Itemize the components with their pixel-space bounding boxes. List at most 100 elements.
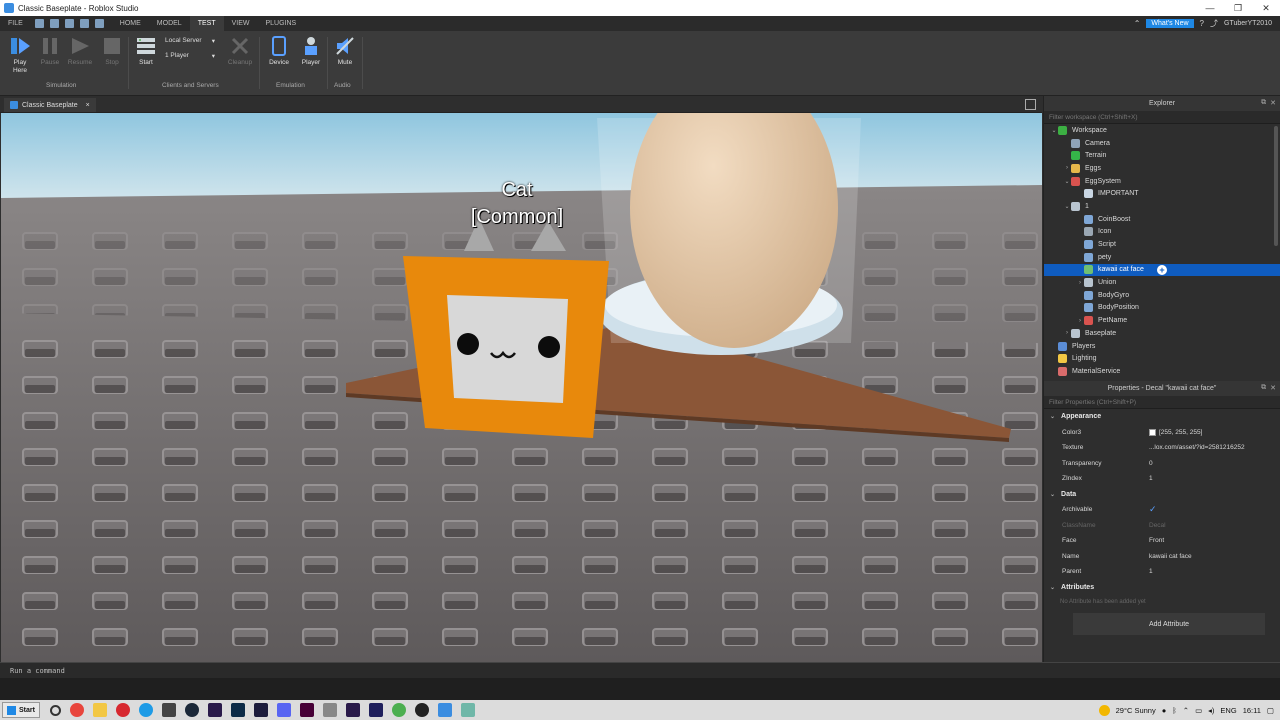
notifications-icon[interactable]: ▢ [1267, 706, 1274, 715]
clock[interactable]: 16:11 [1243, 706, 1261, 715]
roblox-studio-taskbar-icon[interactable] [437, 703, 452, 717]
tab-classic-baseplate[interactable]: Classic Baseplate × [4, 98, 96, 112]
calculator-icon[interactable] [161, 703, 176, 717]
explorer-node[interactable]: BodyPosition [1044, 302, 1280, 315]
prop-row-name[interactable]: Name kawaii cat face [1044, 549, 1280, 565]
prop-row-zindex[interactable]: ZIndex 1 [1044, 471, 1280, 487]
resume-button[interactable]: Resume [66, 35, 94, 67]
prop-row-face[interactable]: Face Front [1044, 533, 1280, 549]
explorer-node[interactable]: Script [1044, 238, 1280, 251]
obs-icon[interactable] [414, 703, 429, 717]
prop-row-color3[interactable]: Color3 [255, 255, 255] [1044, 425, 1280, 441]
explorer-node[interactable]: › Union [1044, 276, 1280, 289]
pause-button[interactable]: Pause [36, 35, 64, 67]
expand-arrow-icon[interactable]: ⌄ [1063, 178, 1071, 185]
save-icon[interactable] [64, 19, 74, 28]
prop-row-texture[interactable]: Texture ...lox.com/asset/?id=2581216252 [1044, 440, 1280, 456]
opera-icon[interactable] [115, 703, 130, 717]
close-icon[interactable]: ✕ [1270, 99, 1276, 107]
menu-view[interactable]: VIEW [224, 16, 258, 31]
explorer-node[interactable]: › Baseplate [1044, 327, 1280, 340]
prop-row-archivable[interactable]: Archivable ✓ [1044, 502, 1280, 518]
expand-arrow-icon[interactable]: ⌄ [1050, 127, 1058, 134]
tab-close-icon[interactable]: × [86, 102, 90, 109]
explorer-node[interactable]: ⌄ 1 [1044, 200, 1280, 213]
explorer-scrollbar[interactable] [1274, 126, 1278, 246]
volume-icon[interactable]: ◂) [1208, 706, 1214, 715]
play-here-button[interactable]: Play Here [6, 35, 34, 75]
explorer-node[interactable]: IMPORTANT [1044, 187, 1280, 200]
prop-row-transparency[interactable]: Transparency 0 [1044, 456, 1280, 472]
expand-arrow-icon[interactable]: › [1076, 318, 1084, 324]
steam-icon[interactable] [184, 703, 199, 717]
premiere-icon[interactable] [207, 703, 222, 717]
help-icon[interactable]: ? [1200, 19, 1204, 28]
menu-home[interactable]: HOME [112, 16, 149, 31]
prop-row-parent[interactable]: Parent 1 [1044, 564, 1280, 580]
prop-value[interactable]: kawaii cat face [1149, 553, 1280, 560]
mute-button[interactable]: Mute [331, 35, 359, 67]
prop-value[interactable]: 1 [1149, 475, 1280, 482]
explorer-node[interactable]: › Eggs [1044, 162, 1280, 175]
xd-icon[interactable] [299, 703, 314, 717]
start-button[interactable]: Start [132, 35, 160, 67]
menu-model[interactable]: MODEL [149, 16, 190, 31]
collapse-ribbon-icon[interactable]: ⌃ [1134, 19, 1141, 28]
explorer-node[interactable]: Icon [1044, 226, 1280, 239]
fullscreen-toggle-icon[interactable] [1025, 99, 1036, 110]
whats-new-button[interactable]: What's New [1146, 19, 1194, 28]
explorer-filter-input[interactable]: Filter workspace (Ctrl+Shift+X) [1044, 111, 1280, 124]
rush-icon[interactable] [253, 703, 268, 717]
3d-viewport[interactable]: Cat [Common] [1, 113, 1042, 662]
explorer-node[interactable]: ⌄ Workspace [1044, 124, 1280, 137]
file-explorer-icon[interactable] [92, 703, 107, 717]
start-button[interactable]: Start [2, 702, 40, 718]
explorer-node[interactable]: pety [1044, 251, 1280, 264]
command-bar-input[interactable]: Run a command [0, 662, 1280, 678]
section-data[interactable]: ⌄ Data [1044, 486, 1280, 502]
add-child-icon[interactable]: + [1157, 264, 1167, 275]
photoshop-icon[interactable] [230, 703, 245, 717]
expand-arrow-icon[interactable]: › [1076, 280, 1084, 286]
explorer-node[interactable]: Camera [1044, 137, 1280, 150]
undock-icon[interactable]: ⧉ [1261, 99, 1266, 107]
edge-icon[interactable] [138, 703, 153, 717]
discord-icon[interactable] [276, 703, 291, 717]
chrome-icon[interactable] [69, 703, 84, 717]
explorer-node[interactable]: CoinBoost [1044, 213, 1280, 226]
expand-arrow-icon[interactable]: ⌄ [1063, 203, 1071, 210]
aftereffects-icon[interactable] [368, 703, 383, 717]
redo-icon[interactable] [94, 19, 104, 28]
close-button[interactable]: ✕ [1252, 0, 1280, 16]
prop-value[interactable]: Front [1149, 537, 1280, 544]
prop-value[interactable]: 1 [1149, 568, 1280, 575]
share-icon[interactable]: ⤴ [1210, 18, 1218, 29]
mic-icon[interactable]: ● [1162, 706, 1167, 715]
players-select[interactable]: 1 Player ▾ [163, 50, 217, 61]
search-icon[interactable] [49, 704, 61, 716]
roblox-icon[interactable] [460, 703, 475, 717]
open-file-icon[interactable] [49, 19, 59, 28]
network-icon[interactable]: ▭ [1195, 706, 1202, 715]
new-file-icon[interactable] [34, 19, 44, 28]
player-button[interactable]: Player [297, 35, 325, 67]
server-select[interactable]: Local Server ▾ [163, 35, 217, 46]
explorer-node[interactable]: › PetName [1044, 314, 1280, 327]
chrome-alt-icon[interactable] [391, 703, 406, 717]
explorer-node[interactable]: MaterialService [1044, 365, 1280, 378]
explorer-node[interactable]: Terrain [1044, 149, 1280, 162]
prop-value[interactable]: ...lox.com/asset/?id=2581216252 [1149, 444, 1280, 451]
expand-arrow-icon[interactable]: › [1063, 165, 1071, 171]
color-swatch[interactable] [1149, 428, 1156, 436]
bluetooth-icon[interactable]: ᛒ [1172, 706, 1177, 715]
prop-value[interactable]: [255, 255, 255] [1159, 429, 1202, 436]
chevron-up-icon[interactable]: ⌃ [1183, 706, 1189, 715]
minimize-button[interactable]: — [1196, 0, 1224, 16]
explorer-node[interactable]: Players [1044, 340, 1280, 353]
cleanup-button[interactable]: Cleanup [226, 35, 254, 67]
section-appearance[interactable]: ⌄ Appearance [1044, 409, 1280, 425]
menu-test[interactable]: TEST [189, 16, 224, 31]
weather-text[interactable]: 29°C Sunny [1116, 706, 1156, 715]
explorer-node[interactable]: Lighting [1044, 352, 1280, 365]
undo-icon[interactable] [79, 19, 89, 28]
